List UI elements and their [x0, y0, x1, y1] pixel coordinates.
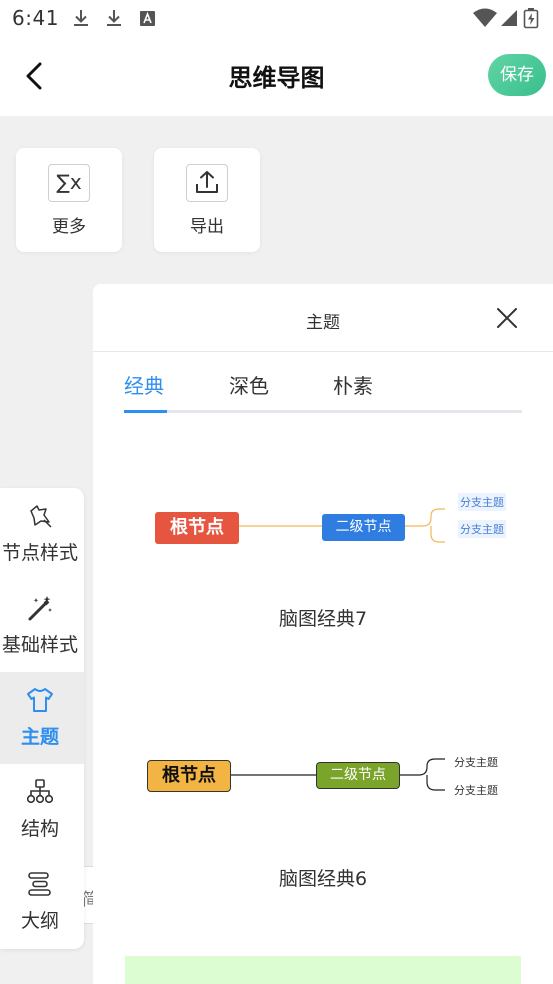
theme-name: 脑图经典7: [278, 608, 368, 630]
more-tool-label: 更多: [52, 217, 86, 237]
wifi-icon: [473, 8, 497, 27]
app-header: 思维导图 保存: [0, 36, 553, 116]
formula-icon-text: ∑x: [56, 170, 82, 194]
preview-root-node: 根节点: [147, 760, 231, 792]
side-nav-label-structure: 结构: [20, 818, 59, 840]
preview-root-node: 根节点: [155, 512, 239, 544]
theme-card-next-preview[interactable]: [125, 956, 521, 984]
side-nav-label-base-style: 基础样式: [1, 634, 78, 656]
preview-leaf-node: 分支主题: [454, 784, 498, 797]
preview-branch-connector: [405, 508, 445, 543]
preview-leaf-node: 分支主题: [454, 756, 498, 769]
side-nav-item-structure[interactable]: 结构: [0, 764, 84, 856]
theme-card-classic-7[interactable]: 根节点 二级节点 分支主题 分支主题 脑图经典7: [93, 470, 553, 690]
side-nav: 节点样式 基础样式 主题 结构 大纲: [0, 488, 84, 949]
export-icon: [186, 164, 228, 202]
side-nav-label-theme: 主题: [20, 726, 59, 748]
tab-track: [124, 410, 522, 413]
font-icon: [140, 11, 155, 26]
theme-panel: 主题 经典 深色 朴素 根节点 二级节点 分支主题 分支主题 脑图经典7 根节点…: [93, 284, 553, 984]
download-icon: [74, 10, 88, 26]
tab-dark[interactable]: 深色: [229, 370, 269, 399]
side-nav-label-outline: 大纲: [20, 910, 59, 932]
preview-second-node: 二级节点: [322, 514, 405, 541]
preview-leaf-node: 分支主题: [458, 493, 506, 511]
preview-second-node: 二级节点: [316, 762, 400, 789]
theme-card-classic-6[interactable]: 根节点 二级节点 分支主题 分支主题 脑图经典6: [93, 730, 553, 950]
node-style-icon: [30, 505, 52, 528]
export-tool-label: 导出: [190, 217, 224, 237]
side-nav-label-node-style: 节点样式: [1, 542, 78, 564]
tab-classic[interactable]: 经典: [124, 370, 164, 399]
page-title: 思维导图: [228, 64, 325, 92]
download-icon: [107, 10, 121, 26]
close-icon[interactable]: [493, 304, 521, 332]
panel-divider: [93, 351, 553, 352]
panel-title: 主题: [306, 313, 340, 333]
battery-charging-icon: [523, 8, 539, 29]
magic-wand-icon: [28, 596, 52, 621]
signal-icon: [501, 10, 517, 26]
tab-plain[interactable]: 朴素: [333, 370, 373, 399]
status-time: 6:41: [12, 6, 59, 30]
side-nav-item-theme[interactable]: 主题: [0, 672, 84, 764]
status-bar: 6:41: [0, 0, 553, 36]
shirt-icon: [27, 688, 53, 712]
preview-branch-connector: [400, 758, 445, 791]
theme-name: 脑图经典6: [278, 868, 368, 890]
export-tool-button[interactable]: 导出: [154, 148, 260, 252]
more-tool-button[interactable]: ∑x 更多: [16, 148, 122, 252]
formula-icon: ∑x: [48, 164, 90, 202]
structure-icon: [26, 779, 54, 804]
side-nav-item-base-style[interactable]: 基础样式: [0, 580, 84, 672]
preview-leaf-node: 分支主题: [458, 520, 506, 538]
save-button[interactable]: 保存: [488, 54, 546, 96]
tab-indicator: [124, 410, 167, 413]
outline-icon: [28, 872, 51, 896]
side-nav-item-outline[interactable]: 大纲: [0, 856, 84, 948]
side-nav-item-node-style[interactable]: 节点样式: [0, 488, 84, 580]
